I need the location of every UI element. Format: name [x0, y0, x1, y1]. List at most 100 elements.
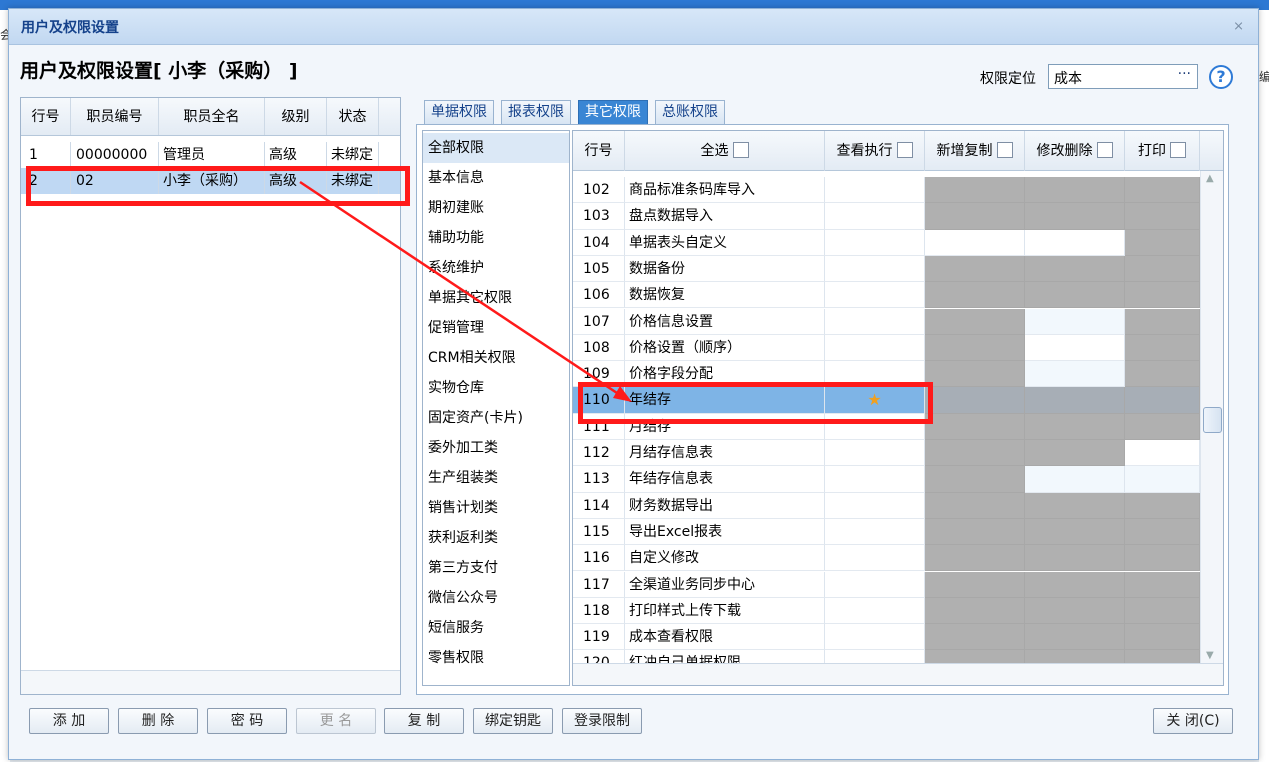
- print-permission-cell[interactable]: [1125, 597, 1200, 625]
- print-permission-cell[interactable]: [1125, 571, 1200, 598]
- scroll-thumb[interactable]: [1203, 407, 1222, 433]
- category-item[interactable]: 基本信息: [423, 163, 569, 193]
- add-permission-cell[interactable]: [925, 282, 1025, 309]
- help-icon[interactable]: ?: [1209, 65, 1233, 89]
- login-limit-button[interactable]: 登录限制: [562, 708, 642, 734]
- column-header[interactable]: 级别: [265, 98, 327, 135]
- delete-button[interactable]: 删 除: [118, 708, 198, 734]
- add-permission-cell[interactable]: [925, 361, 1025, 388]
- category-item[interactable]: 单据其它权限: [423, 283, 569, 313]
- column-header[interactable]: 行号: [21, 98, 71, 135]
- table-row[interactable]: 108 价格设置（顺序）: [573, 334, 1200, 362]
- add-permission-cell[interactable]: [925, 624, 1025, 651]
- select-all-header[interactable]: 全选: [625, 131, 825, 171]
- print-checkbox[interactable]: [1170, 142, 1186, 158]
- view-execute-cell[interactable]: [825, 361, 925, 388]
- view-execute-header[interactable]: 查看执行: [825, 131, 925, 171]
- category-item[interactable]: 实物仓库: [423, 373, 569, 403]
- edit-permission-cell[interactable]: [1025, 387, 1125, 414]
- edit-permission-cell[interactable]: [1025, 361, 1125, 388]
- print-permission-cell[interactable]: [1125, 255, 1200, 283]
- category-item[interactable]: 零售权限: [423, 643, 569, 673]
- category-item[interactable]: 固定资产(卡片): [423, 403, 569, 433]
- view-execute-cell[interactable]: [825, 177, 925, 204]
- close-button[interactable]: 关 闭(C): [1153, 708, 1233, 734]
- view-execute-cell[interactable]: [825, 229, 925, 256]
- add-permission-cell[interactable]: [925, 545, 1025, 572]
- table-row[interactable]: 102 商品标准条码库导入: [573, 177, 1200, 204]
- edit-permission-cell[interactable]: [1025, 334, 1125, 362]
- add-permission-cell[interactable]: [925, 334, 1025, 362]
- print-permission-cell[interactable]: [1125, 545, 1200, 572]
- category-item[interactable]: 全部权限: [423, 133, 569, 163]
- table-row[interactable]: 115 导出Excel报表: [573, 518, 1200, 546]
- table-row-selected[interactable]: 2 02 小李（采购） 高级 未绑定: [21, 168, 400, 194]
- table-row[interactable]: 106 数据恢复: [573, 282, 1200, 309]
- more-icon[interactable]: ···: [1178, 66, 1191, 82]
- tab-document-permissions[interactable]: 单据权限: [424, 100, 494, 124]
- print-permission-cell[interactable]: [1125, 334, 1200, 362]
- print-permission-cell[interactable]: [1125, 492, 1200, 519]
- table-row[interactable]: 112 月结存信息表: [573, 440, 1200, 467]
- edit-permission-cell[interactable]: [1025, 177, 1125, 204]
- print-permission-cell[interactable]: [1125, 466, 1200, 493]
- view-execute-cell[interactable]: [825, 571, 925, 598]
- category-item[interactable]: 系统维护: [423, 253, 569, 283]
- table-row[interactable]: 114 财务数据导出: [573, 492, 1200, 519]
- table-row[interactable]: 104 单据表头自定义: [573, 229, 1200, 256]
- view-execute-cell[interactable]: [825, 203, 925, 230]
- view-execute-cell[interactable]: [825, 518, 925, 546]
- password-button[interactable]: 密 码: [207, 708, 287, 734]
- add-permission-cell[interactable]: [925, 203, 1025, 230]
- category-item[interactable]: 辅助功能: [423, 223, 569, 253]
- print-permission-cell[interactable]: [1125, 229, 1200, 256]
- add-permission-cell[interactable]: [925, 597, 1025, 625]
- table-row[interactable]: 113 年结存信息表: [573, 466, 1200, 493]
- rename-button[interactable]: 更 名: [296, 708, 376, 734]
- add-permission-cell[interactable]: [925, 229, 1025, 256]
- edit-delete-checkbox[interactable]: [1096, 142, 1113, 158]
- edit-permission-cell[interactable]: [1025, 597, 1125, 625]
- category-item[interactable]: 期初建账: [423, 193, 569, 223]
- print-permission-cell[interactable]: [1125, 203, 1200, 230]
- table-row[interactable]: 111 月结存: [573, 413, 1200, 440]
- view-execute-checkbox[interactable]: [896, 142, 913, 158]
- print-permission-cell[interactable]: [1125, 177, 1200, 204]
- bind-key-button[interactable]: 绑定钥匙: [473, 708, 553, 734]
- locate-input[interactable]: 成本 ···: [1048, 64, 1198, 89]
- table-row[interactable]: 105 数据备份: [573, 255, 1200, 283]
- category-item[interactable]: 短信服务: [423, 613, 569, 643]
- category-item[interactable]: 微信公众号: [423, 583, 569, 613]
- add-permission-cell[interactable]: [925, 440, 1025, 467]
- add-permission-cell[interactable]: [925, 518, 1025, 546]
- view-execute-cell[interactable]: [825, 413, 925, 440]
- view-execute-cell[interactable]: [825, 597, 925, 625]
- select-all-checkbox[interactable]: [732, 142, 749, 158]
- view-execute-cell[interactable]: [825, 282, 925, 309]
- add-button[interactable]: 添 加: [29, 708, 109, 734]
- category-item[interactable]: 促销管理: [423, 313, 569, 343]
- add-permission-cell[interactable]: [925, 177, 1025, 204]
- print-header[interactable]: 打印: [1125, 131, 1200, 171]
- add-copy-header[interactable]: 新增复制: [925, 131, 1025, 171]
- view-execute-cell[interactable]: [825, 334, 925, 362]
- print-permission-cell[interactable]: [1125, 624, 1200, 651]
- edit-permission-cell[interactable]: [1025, 545, 1125, 572]
- edit-permission-cell[interactable]: [1025, 518, 1125, 546]
- category-item[interactable]: 获利返利类: [423, 523, 569, 553]
- view-execute-cell[interactable]: [825, 624, 925, 651]
- edit-permission-cell[interactable]: [1025, 229, 1125, 256]
- table-row-selected[interactable]: 110 年结存 ★: [573, 387, 1200, 414]
- scroll-down-icon[interactable]: ▼: [1206, 650, 1214, 661]
- view-execute-cell[interactable]: ★: [825, 387, 925, 414]
- view-execute-cell[interactable]: [825, 466, 925, 493]
- view-execute-cell[interactable]: [825, 255, 925, 283]
- view-execute-cell[interactable]: [825, 545, 925, 572]
- print-permission-cell[interactable]: [1125, 361, 1200, 388]
- table-row[interactable]: 117 全渠道业务同步中心: [573, 571, 1200, 598]
- category-item[interactable]: 销售计划类: [423, 493, 569, 523]
- print-permission-cell[interactable]: [1125, 282, 1200, 309]
- print-permission-cell[interactable]: [1125, 308, 1200, 335]
- category-item[interactable]: 第三方支付: [423, 553, 569, 583]
- add-copy-checkbox[interactable]: [996, 142, 1013, 158]
